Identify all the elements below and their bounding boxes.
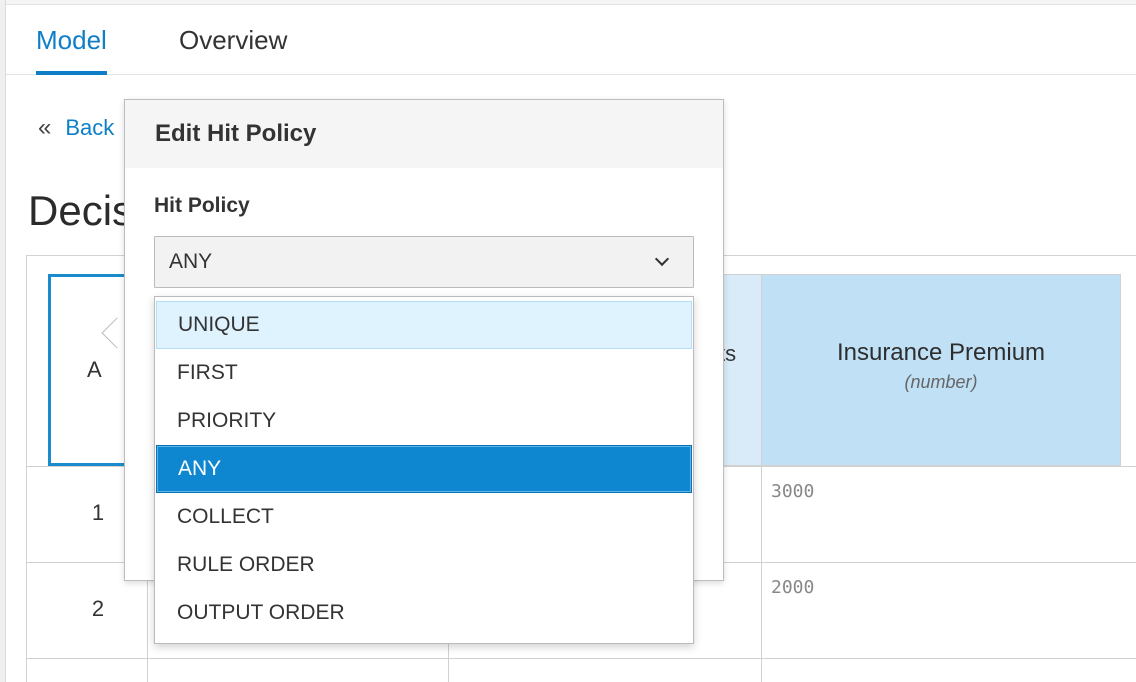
double-chevron-left-icon: «	[38, 114, 52, 141]
table-row-divider	[26, 658, 1136, 659]
option-priority[interactable]: PRIORITY	[155, 397, 693, 445]
table-cell-value[interactable]: 3000	[771, 481, 814, 502]
option-first[interactable]: FIRST	[155, 349, 693, 397]
hit-policy-select-value: ANY	[169, 250, 213, 273]
output-column-title: Insurance Premium	[836, 339, 1046, 366]
tab-overview[interactable]: Overview	[179, 25, 287, 75]
output-column-header[interactable]: Insurance Premium (number)	[761, 274, 1121, 466]
hit-policy-select[interactable]: ANY	[154, 236, 694, 288]
table-cell-value[interactable]: 2000	[771, 577, 814, 598]
option-collect[interactable]: COLLECT	[155, 493, 693, 541]
tab-model[interactable]: Model	[36, 25, 107, 75]
output-column-type: (number)	[904, 372, 978, 392]
option-output-order[interactable]: OUTPUT ORDER	[155, 589, 693, 637]
back-link-label: Back	[65, 115, 115, 140]
popover-title: Edit Hit Policy	[155, 120, 317, 147]
chevron-down-icon	[654, 251, 670, 267]
option-rule-order[interactable]: RULE ORDER	[155, 541, 693, 589]
table-col-divider	[761, 466, 762, 682]
tab-bar: Model Overview	[6, 5, 1136, 75]
hit-policy-dropdown: UNIQUE FIRST PRIORITY ANY COLLECT RULE O…	[154, 296, 694, 644]
left-panel-edge	[0, 0, 6, 682]
popover-header: Edit Hit Policy	[125, 100, 723, 168]
hit-policy-label: Hit Policy	[154, 194, 250, 217]
option-unique[interactable]: UNIQUE	[156, 301, 692, 349]
option-any[interactable]: ANY	[156, 445, 692, 493]
back-link[interactable]: « Back	[38, 114, 114, 142]
hit-policy-cell-value: A	[87, 357, 102, 382]
table-row-number: 2	[91, 596, 105, 621]
page-title: Decis	[28, 187, 134, 234]
